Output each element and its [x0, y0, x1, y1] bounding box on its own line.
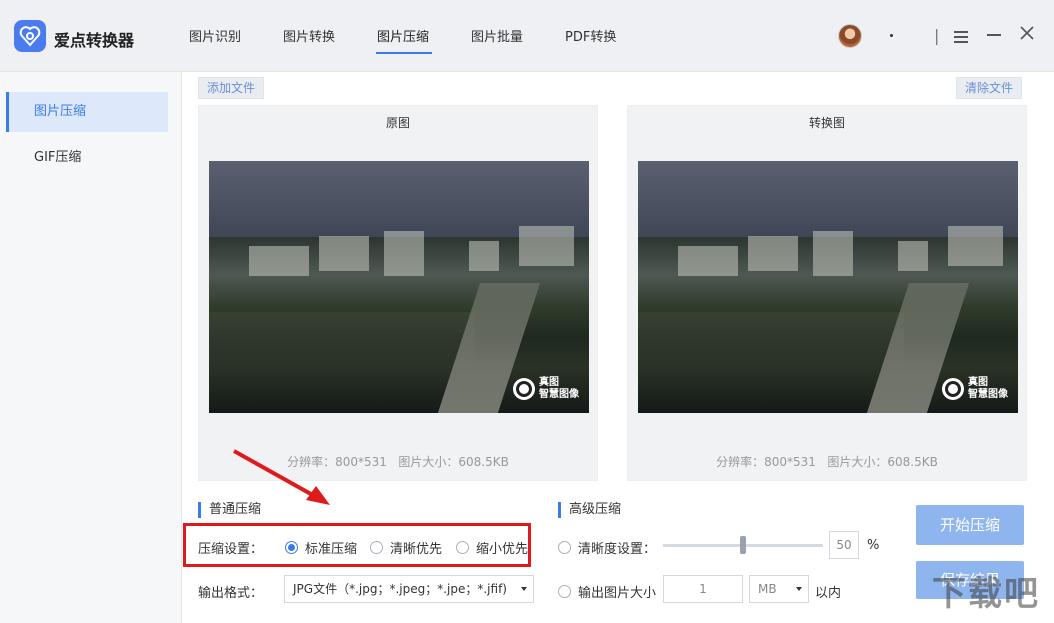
app-window: 爱点转换器 图片识别 图片转换 图片压缩 图片批量 PDF转换 | 图片压缩 G… [0, 0, 1054, 623]
radio-unchecked-icon [558, 541, 571, 554]
radio-clarity-setting[interactable]: 清晰度设置： [558, 538, 656, 557]
annotation-arrow-icon [233, 449, 330, 505]
size-unit-select[interactable]: MB [749, 575, 809, 603]
size-suffix: 以内 [815, 586, 842, 601]
clarity-input[interactable]: 50 [829, 531, 859, 559]
radio-output-size[interactable]: 输出图片大小 [558, 582, 656, 601]
output-size-input[interactable]: 1 [663, 575, 743, 603]
radio-label: 输出图片大小 [578, 586, 657, 601]
clarity-slider-handle[interactable] [740, 536, 746, 554]
radio-label: 清晰度设置： [578, 542, 657, 557]
start-compress-button[interactable]: 开始压缩 [916, 505, 1024, 545]
chevron-down-icon [796, 587, 802, 591]
corner-watermark: 下载吧 [932, 574, 1040, 614]
radio-unchecked-icon [558, 585, 571, 598]
clarity-unit: % [867, 538, 880, 553]
size-unit-value: MB [758, 582, 777, 596]
advanced-compress-section-title: 高级压缩 [558, 502, 621, 518]
